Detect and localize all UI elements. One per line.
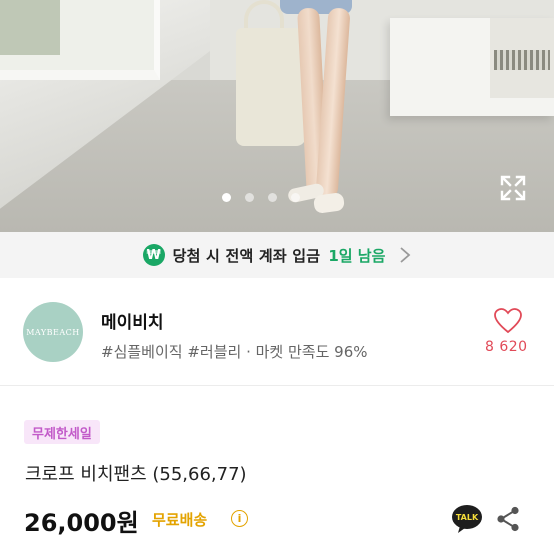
share-icon[interactable] [496, 506, 520, 532]
carousel-dot[interactable] [245, 193, 254, 202]
product-price: 26,000원 [24, 509, 139, 537]
carousel-dot[interactable] [222, 193, 231, 202]
promo-banner[interactable]: ₩ 당첨 시 전액 계좌 입금 1일 남음 [0, 232, 554, 278]
carousel-dot[interactable] [268, 193, 277, 202]
carousel-indicator [222, 193, 300, 202]
carousel-dot[interactable] [291, 193, 300, 202]
shop-info-row[interactable]: MAYBEACH 메이비치 #심플베이직 #러블리 · 마켓 만족도 96% 8… [0, 278, 554, 386]
like-count: 8 620 [485, 339, 528, 355]
product-title: 크로프 비치팬츠 (55,66,77) [25, 464, 247, 485]
info-icon[interactable]: i [231, 510, 248, 527]
promo-text: 당첨 시 전액 계좌 입금 [172, 246, 321, 265]
shop-tags: #심플베이직 #러블리 · 마켓 만족도 96% [101, 343, 368, 361]
shop-avatar-text: MAYBEACH [26, 327, 80, 337]
shop-name[interactable]: 메이비치 [101, 308, 164, 333]
expand-icon[interactable] [500, 175, 526, 201]
sale-badge: 무제한세일 [24, 420, 100, 444]
kakaotalk-label: TALK [456, 513, 479, 522]
product-image-carousel[interactable] [0, 0, 554, 232]
photo-cabinet [390, 18, 554, 116]
won-icon: ₩ [142, 244, 165, 266]
product-info: 무제한세일 크로프 비치팬츠 (55,66,77) 26,000원 무료배송 i… [0, 386, 554, 554]
photo-window [0, 0, 160, 80]
kakaotalk-icon[interactable]: TALK [451, 504, 483, 534]
photo-tote-bag [236, 28, 306, 146]
shipping-label: 무료배송 [152, 511, 208, 529]
shop-avatar[interactable]: MAYBEACH [23, 302, 83, 362]
heart-icon[interactable] [494, 308, 522, 334]
chevron-right-icon [400, 247, 411, 263]
promo-remaining: 1일 남음 [328, 246, 386, 265]
